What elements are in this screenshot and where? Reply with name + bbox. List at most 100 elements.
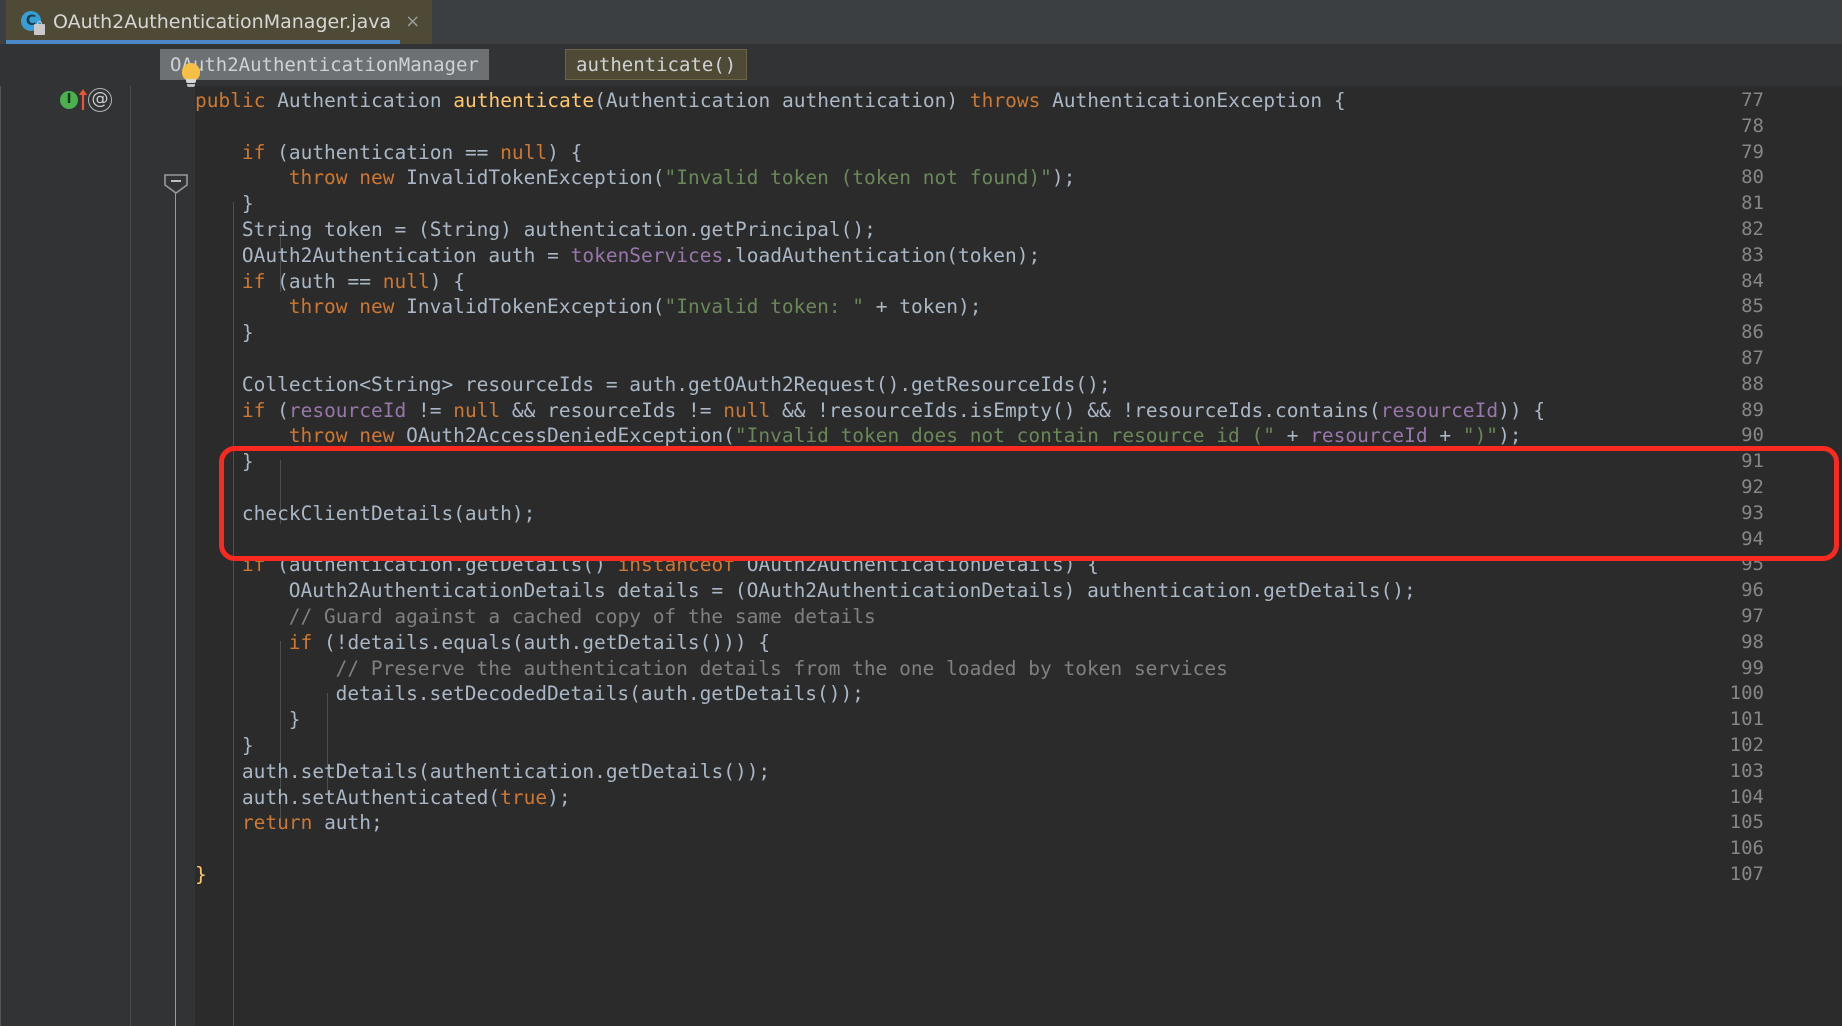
overriding-arrow-icon: [78, 89, 88, 110]
code-line[interactable]: return auth;: [242, 810, 383, 836]
code-token: (authentication.getDetails(): [265, 553, 618, 577]
code-token: )) {: [1498, 398, 1546, 422]
code-token: resourceId: [1310, 424, 1428, 448]
code-token: );: [547, 785, 571, 809]
code-line[interactable]: Collection<String> resourceIds = auth.ge…: [242, 372, 1111, 398]
code-token: !=: [406, 398, 454, 422]
code-token: throw: [288, 424, 348, 448]
code-token: (auth ==: [265, 269, 383, 293]
code-token: null: [453, 398, 501, 422]
java-class-icon: C: [20, 10, 45, 35]
code-token: instanceof: [617, 553, 735, 577]
code-line[interactable]: throw new InvalidTokenException("Invalid…: [289, 294, 982, 320]
code-line[interactable]: details.setDecodedDetails(auth.getDetail…: [336, 681, 864, 707]
lightbulb-base-lower: [187, 84, 195, 87]
code-token: {: [1333, 89, 1346, 112]
code-line[interactable]: // Guard against a cached copy of the sa…: [289, 604, 876, 630]
code-token: ) {: [547, 140, 583, 164]
code-token: auth.setDetails(authentication.getDetail…: [241, 759, 771, 783]
code-token: if: [241, 398, 266, 422]
close-icon[interactable]: ×: [405, 13, 420, 31]
code-token: throw: [288, 166, 348, 190]
code-line[interactable]: auth.setAuthenticated(true);: [242, 785, 571, 811]
code-token: new: [359, 424, 395, 448]
code-token: (!details.equals(auth.getDetails())) {: [312, 630, 771, 654]
code-line[interactable]: OAuth2AuthenticationDetails details = (O…: [289, 578, 1416, 604]
implementing-method-icon[interactable]: I: [60, 91, 78, 109]
code-token: Collection<String> resourceIds = auth.ge…: [241, 372, 1111, 396]
breadcrumb: OAuth2AuthenticationManager authenticate…: [0, 44, 1842, 86]
code-line[interactable]: if (authentication == null) {: [242, 140, 583, 166]
code-token: + token);: [864, 295, 982, 319]
code-line[interactable]: if (authentication.getDetails() instance…: [242, 552, 1099, 578]
code-token: null: [382, 269, 430, 293]
code-editor[interactable]: 77 78 79 80 81 82 83 84 85 86 87 88 89 90 91 92 93 94 95 96…: [0, 86, 1842, 1026]
code-token: details.setDecodedDetails(auth.getDetail…: [335, 682, 864, 706]
editor-tab-label: OAuth2AuthenticationManager.java: [53, 11, 392, 33]
code-line[interactable]: }: [242, 320, 254, 346]
editor-gutter[interactable]: [0, 86, 131, 1026]
code-line[interactable]: if (!details.equals(auth.getDetails())) …: [289, 630, 770, 656]
code-token: );: [1051, 166, 1076, 190]
lightbulb-icon[interactable]: [180, 63, 202, 89]
code-token: InvalidTokenException(: [394, 166, 665, 190]
code-token: }: [241, 450, 254, 474]
fold-strip[interactable]: [131, 86, 195, 1026]
code-token: +: [1274, 424, 1311, 448]
code-token: if: [241, 553, 266, 577]
code-token: String token = (String) authentication.g…: [241, 218, 876, 241]
code-token: }: [288, 708, 301, 732]
code-line[interactable]: checkClientDetails(auth);: [242, 501, 536, 527]
breadcrumb-method-segment[interactable]: authenticate(): [565, 49, 748, 80]
code-line[interactable]: public Authentication authenticate(Authe…: [195, 88, 1346, 114]
lightbulb-base: [186, 79, 196, 83]
code-line[interactable]: throw new OAuth2AccessDeniedException("I…: [289, 423, 1522, 449]
code-line[interactable]: if (auth == null) {: [242, 269, 465, 295]
code-token: (: [265, 398, 289, 422]
code-line[interactable]: String token = (String) authentication.g…: [242, 217, 876, 243]
code-token: throws: [969, 89, 1041, 112]
code-line[interactable]: throw new InvalidTokenException("Invalid…: [289, 165, 1076, 191]
breadcrumb-class-segment[interactable]: OAuth2AuthenticationManager: [160, 49, 489, 80]
code-line[interactable]: }: [242, 191, 254, 217]
code-line[interactable]: }: [242, 449, 254, 475]
override-annotation-icon[interactable]: @: [88, 88, 112, 112]
code-token: tokenServices: [570, 243, 724, 267]
code-line[interactable]: OAuth2Authentication auth = tokenService…: [242, 243, 1040, 269]
code-line[interactable]: }: [289, 707, 301, 733]
ide-editor-window: C OAuth2AuthenticationManager.java × OAu…: [0, 0, 1842, 1026]
code-token: }: [241, 734, 254, 757]
code-token: );: [1498, 424, 1522, 448]
fold-collapse-icon-method[interactable]: [163, 174, 189, 194]
code-token: null: [500, 140, 548, 164]
code-token: }: [195, 863, 207, 886]
code-line[interactable]: }: [242, 733, 254, 759]
editor-tab-bar: C OAuth2AuthenticationManager.java ×: [0, 0, 1842, 44]
code-token: checkClientDetails(auth);: [241, 501, 536, 525]
code-line[interactable]: }: [195, 862, 207, 888]
code-token: throw: [288, 295, 348, 319]
code-token: OAuth2AccessDeniedException(: [394, 424, 735, 448]
code-token: "Invalid token (token not found)": [664, 166, 1052, 190]
code-token: null: [723, 398, 771, 422]
code-token: }: [241, 192, 254, 216]
code-token: if: [241, 140, 266, 164]
code-token: }: [241, 321, 254, 345]
code-token: auth.setAuthenticated(: [241, 785, 501, 809]
code-token: // Preserve the authentication details f…: [335, 656, 1228, 680]
code-token: Authentication: [265, 89, 454, 112]
code-token: "Invalid token: ": [664, 295, 865, 319]
code-token: AuthenticationException: [1040, 89, 1334, 112]
editor-tab-oauth2authenticationmanager[interactable]: C OAuth2AuthenticationManager.java ×: [6, 0, 433, 44]
code-line[interactable]: auth.setDetails(authentication.getDetail…: [242, 759, 770, 785]
code-token: OAuth2AuthenticationDetails) {: [734, 553, 1099, 577]
code-line[interactable]: // Preserve the authentication details f…: [336, 656, 1228, 682]
code-token: resourceId: [1380, 398, 1499, 422]
code-token: && resourceIds !=: [500, 398, 724, 422]
fold-region-line-method: [175, 184, 176, 1026]
code-line[interactable]: if ( resourceId != null && resourceIds !=…: [242, 398, 1545, 424]
code-content[interactable]: public Authentication authenticate(Authe…: [195, 86, 1842, 1026]
